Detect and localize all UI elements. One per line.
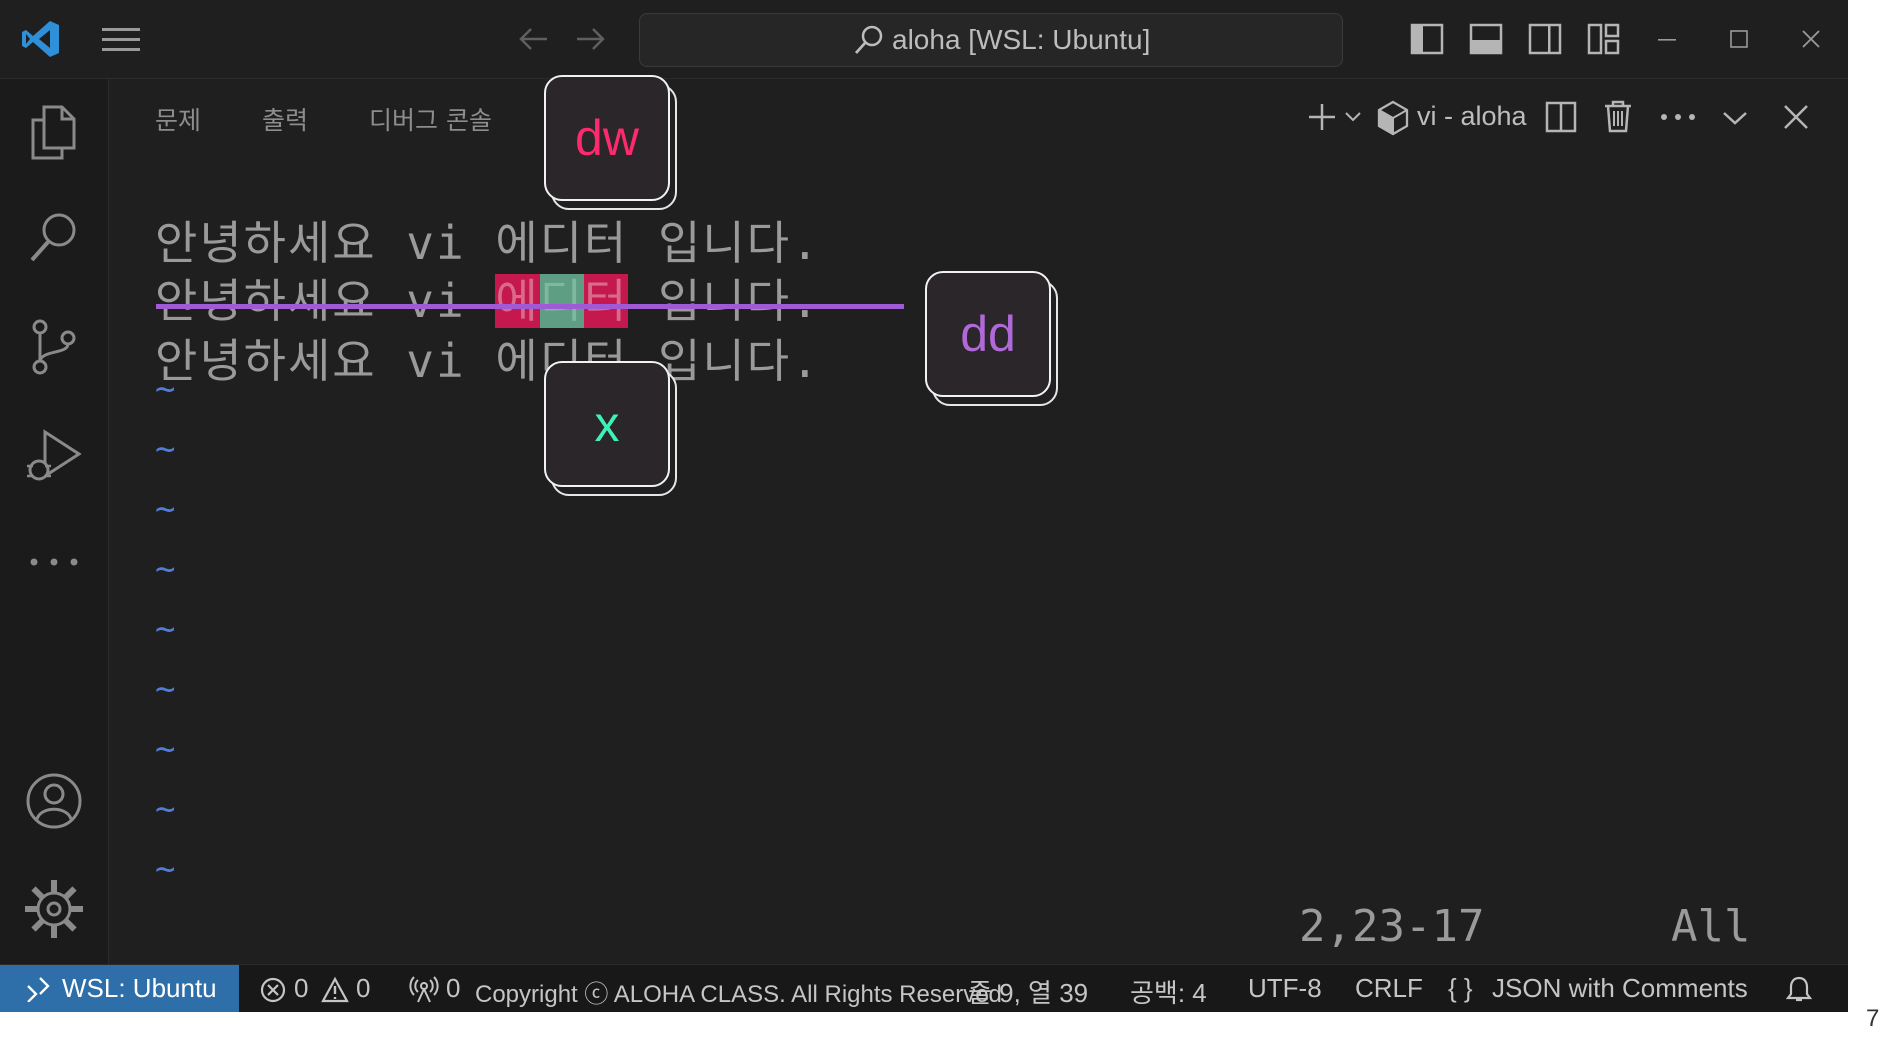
window-title: aloha [WSL: Ubuntu] — [892, 24, 1151, 55]
title-bar: aloha [WSL: Ubuntu] — [0, 0, 1848, 79]
tab-output[interactable]: 출력 — [262, 101, 308, 137]
explorer-icon[interactable] — [26, 102, 82, 162]
page-number: 7 — [1866, 1005, 1880, 1032]
toggle-panel-icon[interactable] — [1467, 20, 1505, 58]
source-control-icon[interactable] — [26, 317, 82, 377]
scroll-indicator: All — [1671, 901, 1751, 952]
close-panel-icon[interactable] — [1780, 101, 1812, 133]
search-icon — [852, 23, 886, 57]
terminal-line-1: 안녕하세요 vi 에디터 입니다. — [155, 216, 821, 270]
remote-label: WSL: Ubuntu — [62, 973, 217, 1003]
forward-arrow-icon[interactable] — [574, 22, 608, 56]
language-mode[interactable]: JSON with Comments — [1492, 973, 1748, 1004]
empty-line-tilde: ~ — [155, 369, 176, 409]
line-col-indicator[interactable]: 줄 9, 열 39 — [968, 973, 1088, 1010]
eol-indicator[interactable]: CRLF — [1355, 973, 1423, 1004]
toggle-secondary-sidebar-icon[interactable] — [1526, 20, 1564, 58]
error-count[interactable]: 0 — [294, 973, 308, 1004]
terminal-name[interactable]: vi - aloha — [1417, 101, 1527, 132]
chevron-down-icon[interactable] — [1341, 105, 1365, 129]
new-terminal-icon[interactable] — [1304, 99, 1340, 135]
warning-icon[interactable] — [320, 975, 350, 1005]
split-terminal-icon[interactable] — [1543, 99, 1579, 135]
key-dd-label: dd — [960, 306, 1016, 362]
key-x-label: x — [594, 396, 620, 452]
ports-broadcast-icon[interactable] — [408, 973, 440, 1005]
empty-line-tilde: ~ — [155, 729, 176, 769]
more-icon[interactable] — [26, 547, 82, 577]
warning-count[interactable]: 0 — [356, 973, 370, 1004]
account-icon[interactable] — [24, 771, 84, 831]
vscode-logo-icon — [18, 16, 64, 62]
terminal-cube-icon — [1375, 99, 1411, 137]
cursor-position: 2,23-17 — [1299, 901, 1485, 952]
vscode-window: aloha [WSL: Ubuntu] 문제 출력 디버그 콘솔 vi - al… — [0, 0, 1848, 1012]
copyright-text: Copyright ⓒ ALOHA CLASS. All Rights Rese… — [475, 981, 1002, 1008]
remote-indicator[interactable]: WSL: Ubuntu — [0, 965, 239, 1012]
menu-icon[interactable] — [100, 22, 142, 56]
empty-line-tilde: ~ — [155, 669, 176, 709]
customize-layout-icon[interactable] — [1585, 20, 1623, 58]
minimize-icon[interactable] — [1652, 24, 1682, 54]
empty-line-tilde: ~ — [155, 789, 176, 829]
empty-line-tilde: ~ — [155, 549, 176, 589]
terminal-line-3: 안녕하세요 vi 에디터 입니다. — [155, 334, 821, 388]
tab-debug-console[interactable]: 디버그 콘솔 — [369, 101, 492, 137]
status-bar: WSL: Ubuntu 0 0 0 Copyright ⓒ ALOHA CLAS… — [0, 964, 1848, 1012]
error-icon[interactable] — [258, 975, 288, 1005]
empty-line-tilde: ~ — [155, 849, 176, 889]
search-icon[interactable] — [26, 207, 82, 267]
notification-bell-icon[interactable] — [1784, 974, 1814, 1004]
indentation-indicator[interactable]: 공백: 4 — [1130, 973, 1207, 1010]
gear-icon[interactable] — [24, 879, 84, 939]
line-underline — [156, 304, 904, 309]
terminal-panel: 문제 출력 디버그 콘솔 포트 vi - aloha 안녕하세요 vi 에 — [109, 79, 1848, 964]
word-highlight: 에디터 — [495, 274, 629, 328]
command-center-search[interactable]: aloha [WSL: Ubuntu] — [639, 13, 1343, 67]
maximize-icon[interactable] — [1724, 24, 1754, 54]
empty-line-tilde: ~ — [155, 489, 176, 529]
key-dw-label: dw — [575, 110, 639, 166]
empty-line-tilde: ~ — [155, 429, 176, 469]
toggle-primary-sidebar-icon[interactable] — [1408, 20, 1446, 58]
trash-icon[interactable] — [1600, 97, 1636, 135]
encoding-indicator[interactable]: UTF-8 — [1248, 973, 1322, 1004]
activity-bar — [0, 79, 109, 964]
braces-icon: { } — [1448, 973, 1473, 1003]
close-window-icon[interactable] — [1796, 24, 1826, 54]
tab-problems[interactable]: 문제 — [155, 101, 201, 137]
remote-icon — [24, 975, 52, 1003]
empty-line-tilde: ~ — [155, 609, 176, 649]
maximize-panel-chevron-icon[interactable] — [1720, 103, 1750, 133]
run-debug-icon[interactable] — [24, 425, 84, 485]
more-actions-icon[interactable] — [1659, 107, 1697, 127]
ports-count[interactable]: 0 — [446, 973, 460, 1004]
cursor-block: 디 — [539, 274, 585, 328]
terminal-line-2: 안녕하세요 vi 에디터 입니다. — [155, 274, 821, 328]
back-arrow-icon[interactable] — [516, 22, 550, 56]
